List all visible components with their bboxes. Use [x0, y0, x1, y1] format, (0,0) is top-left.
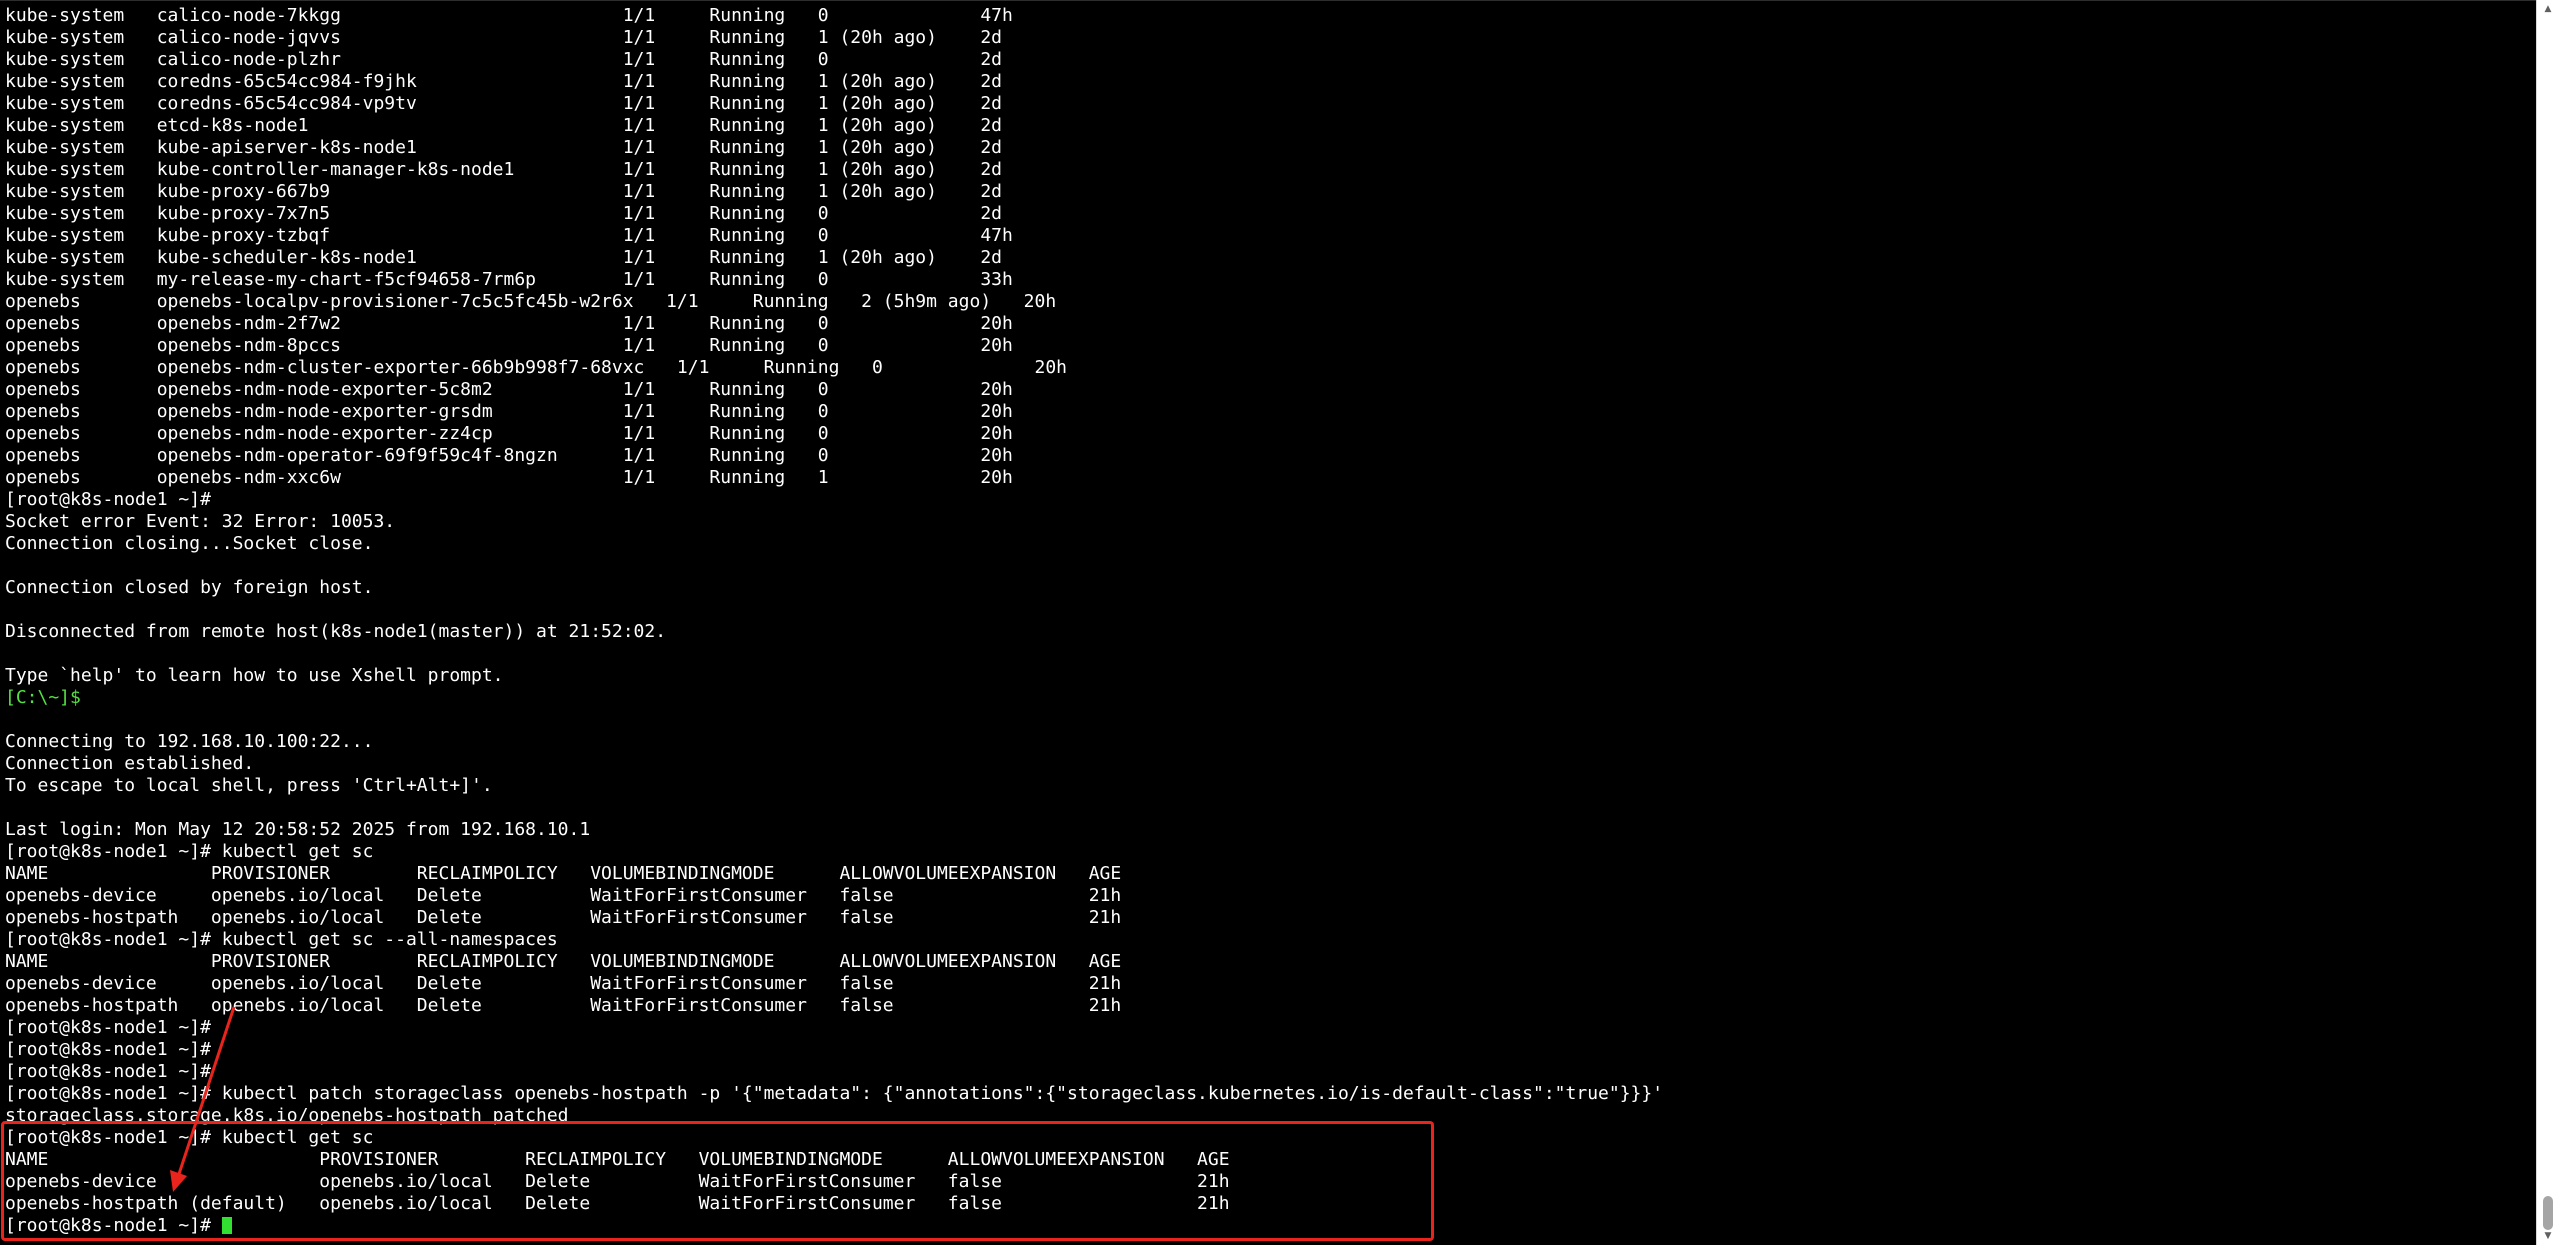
terminal-line: kube-system kube-proxy-7x7n5 1/1 Running…	[5, 203, 1002, 224]
terminal-prompt: [root@k8s-node1 ~]#	[5, 489, 211, 510]
terminal-line: Connecting to 192.168.10.100:22...	[5, 731, 374, 752]
terminal-line: Type `help' to learn how to use Xshell p…	[5, 665, 504, 686]
table-row: openebs-device openebs.io/local Delete W…	[5, 885, 1122, 906]
table-row: openebs-device openebs.io/local Delete W…	[5, 1171, 1230, 1192]
table-header: NAME PROVISIONER RECLAIMPOLICY VOLUMEBIN…	[5, 1149, 1230, 1170]
terminal-line: To escape to local shell, press 'Ctrl+Al…	[5, 775, 493, 796]
terminal-current-prompt[interactable]: [root@k8s-node1 ~]#	[5, 1215, 2536, 1237]
terminal-line: openebs openebs-ndm-node-exporter-zz4cp …	[5, 423, 1013, 444]
terminal-prompt: [root@k8s-node1 ~]#	[5, 1061, 211, 1082]
triangle-up-icon[interactable]: ▲	[2543, 3, 2553, 15]
terminal-line: kube-system coredns-65c54cc984-vp9tv 1/1…	[5, 93, 1002, 114]
table-row: openebs-device openebs.io/local Delete W…	[5, 973, 1122, 994]
scrollbar-thumb[interactable]	[2543, 1196, 2553, 1230]
triangle-down-icon[interactable]: ▼	[2543, 1230, 2553, 1242]
current-prompt-text: [root@k8s-node1 ~]#	[5, 1215, 222, 1236]
table-header: NAME PROVISIONER RECLAIMPOLICY VOLUMEBIN…	[5, 863, 1122, 884]
table-row: openebs-hostpath openebs.io/local Delete…	[5, 907, 1122, 928]
terminal-line: kube-system etcd-k8s-node1 1/1 Running 1…	[5, 115, 1002, 136]
terminal-line: kube-system calico-node-jqvvs 1/1 Runnin…	[5, 27, 1002, 48]
text-cursor	[221, 1217, 232, 1234]
terminal-command: [root@k8s-node1 ~]# kubectl get sc	[5, 841, 374, 862]
terminal-line: storageclass.storage.k8s.io/openebs-host…	[5, 1105, 569, 1126]
terminal-line: openebs openebs-ndm-node-exporter-5c8m2 …	[5, 379, 1013, 400]
terminal-line: kube-system coredns-65c54cc984-f9jhk 1/1…	[5, 71, 1002, 92]
terminal-line: Disconnected from remote host(k8s-node1(…	[5, 621, 667, 642]
terminal-command: [root@k8s-node1 ~]# kubectl get sc	[5, 1127, 374, 1148]
terminal-command: [root@k8s-node1 ~]# kubectl get sc --all…	[5, 929, 558, 950]
table-header: NAME PROVISIONER RECLAIMPOLICY VOLUMEBIN…	[5, 951, 1122, 972]
terminal-output[interactable]: kube-system calico-node-7kkgg 1/1 Runnin…	[0, 0, 2536, 1245]
terminal-line: kube-system my-release-my-chart-f5cf9465…	[5, 269, 1013, 290]
vertical-scrollbar[interactable]: ▲ ▼	[2536, 0, 2559, 1245]
terminal-line: kube-system kube-proxy-667b9 1/1 Running…	[5, 181, 1002, 202]
terminal-line: openebs openebs-ndm-operator-69f9f59c4f-…	[5, 445, 1013, 466]
terminal-line: kube-system kube-proxy-tzbqf 1/1 Running…	[5, 225, 1013, 246]
terminal-prompt: [root@k8s-node1 ~]#	[5, 1039, 211, 1060]
terminal-line: kube-system kube-scheduler-k8s-node1 1/1…	[5, 247, 1002, 268]
terminal-line: openebs openebs-ndm-cluster-exporter-66b…	[5, 357, 1068, 378]
terminal-line: openebs openebs-ndm-node-exporter-grsdm …	[5, 401, 1013, 422]
terminal-command: [root@k8s-node1 ~]# kubectl patch storag…	[5, 1083, 1664, 1104]
terminal-line: Connection closing...Socket close.	[5, 533, 374, 554]
terminal-line: openebs openebs-localpv-provisioner-7c5c…	[5, 291, 1057, 312]
terminal-line: kube-system calico-node-plzhr 1/1 Runnin…	[5, 49, 1002, 70]
terminal-line: openebs openebs-ndm-8pccs 1/1 Running 0 …	[5, 335, 1013, 356]
terminal-line: kube-system calico-node-7kkgg 1/1 Runnin…	[5, 5, 1013, 26]
terminal-line: kube-system kube-apiserver-k8s-node1 1/1…	[5, 137, 1002, 158]
table-row: openebs-hostpath openebs.io/local Delete…	[5, 995, 1122, 1016]
terminal-line: openebs openebs-ndm-xxc6w 1/1 Running 1 …	[5, 467, 1013, 488]
terminal-line: Socket error Event: 32 Error: 10053.	[5, 511, 396, 532]
local-shell-prompt: [C:\~]$	[5, 687, 81, 708]
terminal-prompt: [root@k8s-node1 ~]#	[5, 1017, 211, 1038]
terminal-line: openebs openebs-ndm-2f7w2 1/1 Running 0 …	[5, 313, 1013, 334]
terminal-line: kube-system kube-controller-manager-k8s-…	[5, 159, 1002, 180]
terminal-line: Connection closed by foreign host.	[5, 577, 374, 598]
table-row: openebs-hostpath (default) openebs.io/lo…	[5, 1193, 1230, 1214]
terminal-line: Last login: Mon May 12 20:58:52 2025 fro…	[5, 819, 591, 840]
terminal-line: Connection established.	[5, 753, 255, 774]
